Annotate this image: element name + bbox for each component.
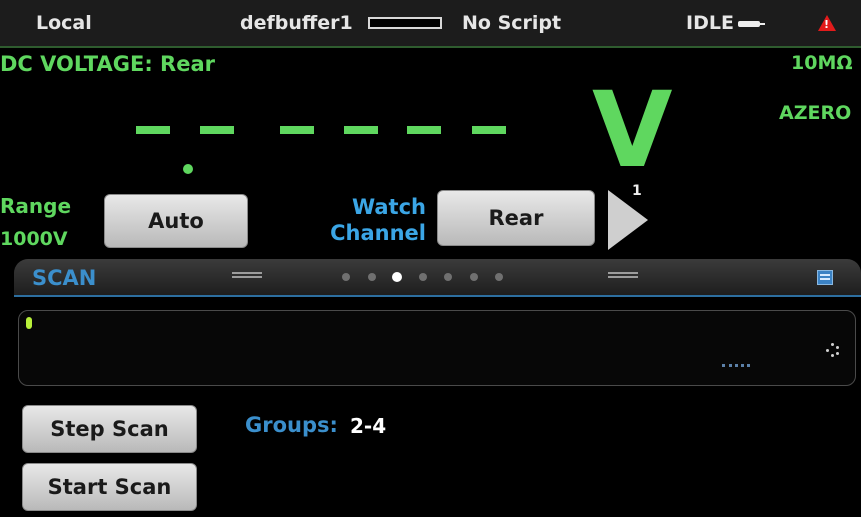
reading-digit [280,126,314,134]
buffer-fill-indicator[interactable] [368,17,442,29]
reading-digit [136,126,170,134]
swipe-panel-header[interactable] [14,259,861,297]
grip-handle-icon[interactable] [232,272,262,278]
scan-progress-marker [26,317,32,329]
right-triangle-arrow-icon[interactable] [608,190,648,250]
range-auto-button[interactable]: Auto [104,194,248,248]
range-value: 1000V [0,228,68,250]
reading-digit [472,126,506,134]
page-dot[interactable] [342,273,350,281]
scan-placeholder-dashes [722,364,750,367]
input-impedance-indicator: 10MΩ [791,52,853,74]
mode-indicator[interactable]: Local [36,12,92,34]
warning-triangle-icon[interactable] [818,15,836,31]
scan-status-area [18,310,856,386]
page-dot[interactable] [469,273,478,281]
start-scan-button[interactable]: Start Scan [22,463,197,511]
step-scan-button[interactable]: Step Scan [22,405,197,453]
watch-channel-button[interactable]: Rear [437,190,595,246]
decimal-point [183,164,193,174]
trigger-state[interactable]: IDLE [686,12,734,34]
reading-digit [344,126,378,134]
reading-digit [407,126,441,134]
calculator-icon[interactable] [817,270,833,285]
page-dot[interactable] [392,272,402,282]
autozero-indicator: AZERO [779,102,852,124]
swipe-title: SCAN [32,266,97,290]
spinner-icon [826,343,840,357]
page-dot[interactable] [367,273,376,281]
plug-icon [738,21,765,27]
range-label: Range [0,194,72,218]
unit-label: V [592,69,673,191]
buffer-name[interactable]: defbuffer1 [240,12,353,34]
grip-handle-icon[interactable] [608,272,638,278]
page-dot[interactable] [418,273,427,281]
reading-digit [200,126,234,134]
watch-label-line1: Watch [351,195,426,219]
watch-channel-label: Watch Channel [296,194,426,246]
page-dot[interactable] [444,273,452,281]
groups-label: Groups: [245,413,338,437]
function-label[interactable]: DC VOLTAGE: Rear [0,52,215,76]
script-indicator[interactable]: No Script [462,12,561,34]
channel-count: 1 [632,183,642,199]
page-dot[interactable] [495,273,503,281]
groups-value: 2-4 [350,414,387,438]
watch-label-line2: Channel [330,221,426,245]
